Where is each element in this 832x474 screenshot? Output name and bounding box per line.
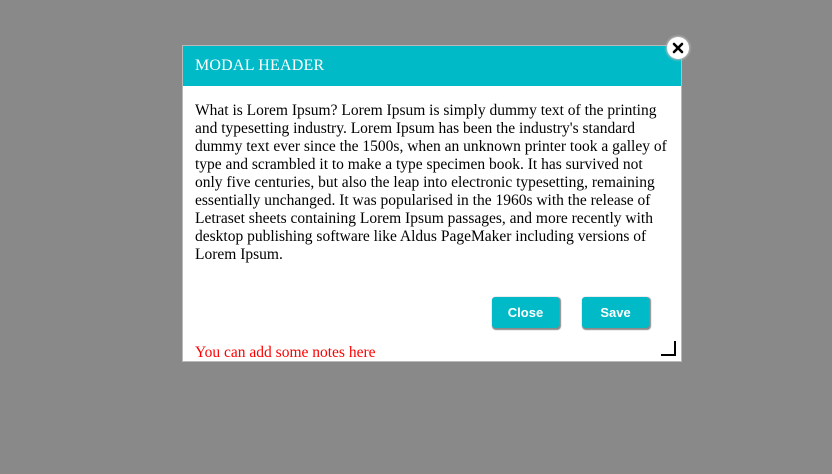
modal-header: MODAL HEADER (183, 46, 681, 86)
save-button[interactable]: Save (582, 297, 649, 328)
modal-notes: You can add some notes here (195, 344, 376, 361)
modal-dialog: MODAL HEADER What is Lorem Ipsum? Lorem … (182, 45, 682, 362)
modal-title: MODAL HEADER (195, 57, 325, 74)
modal-body-text: What is Lorem Ipsum? Lorem Ipsum is simp… (195, 102, 667, 263)
close-button[interactable]: Close (492, 297, 559, 328)
modal-close-x-button[interactable] (667, 37, 689, 59)
close-icon (672, 42, 684, 54)
resize-handle-icon[interactable] (661, 341, 676, 356)
